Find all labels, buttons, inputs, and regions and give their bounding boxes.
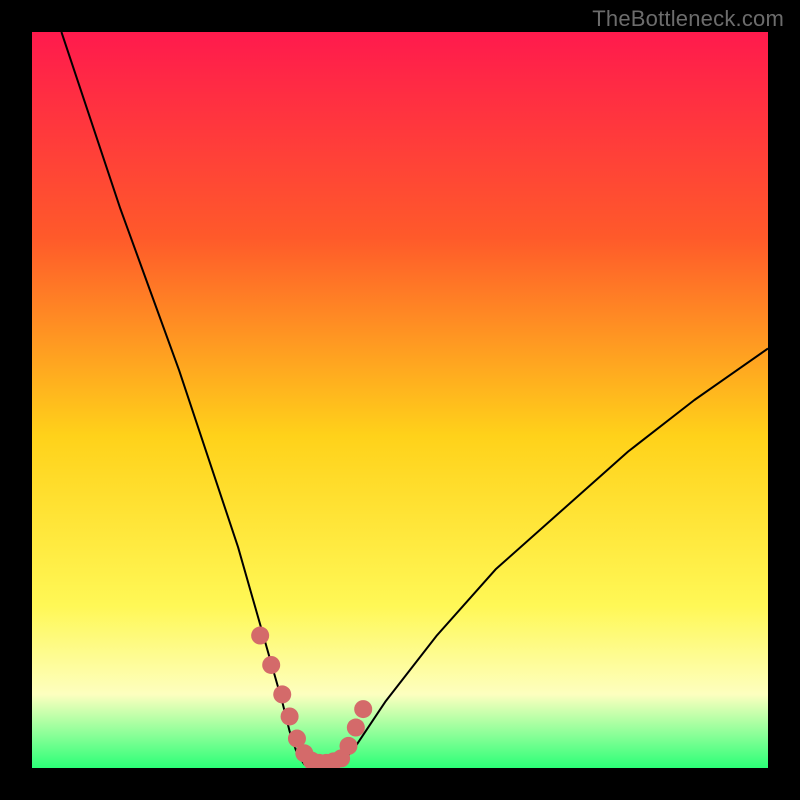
watermark-text: TheBottleneck.com — [592, 6, 784, 32]
valley-marker — [251, 627, 269, 645]
valley-marker — [273, 685, 291, 703]
plot-area — [32, 32, 768, 768]
valley-marker — [354, 700, 372, 718]
bottleneck-curve — [61, 32, 768, 767]
chart-frame: TheBottleneck.com — [0, 0, 800, 800]
valley-marker — [262, 656, 280, 674]
valley-marker — [347, 719, 365, 737]
curve-layer — [32, 32, 768, 768]
valley-marker — [281, 707, 299, 725]
valley-marker — [339, 737, 357, 755]
